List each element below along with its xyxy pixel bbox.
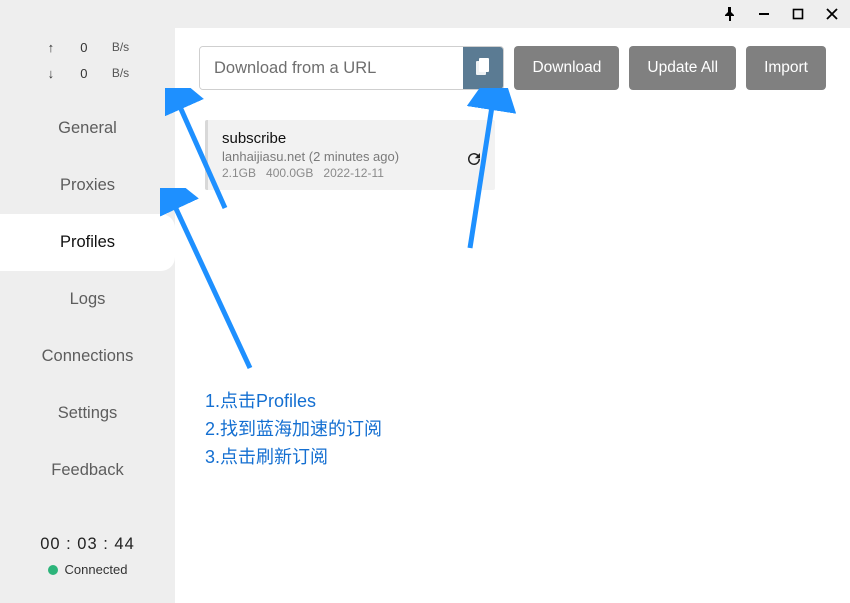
- download-value: 0: [74, 66, 94, 81]
- main-pane: Download Update All Import subscribe lan…: [175, 28, 850, 603]
- refresh-button[interactable]: [465, 150, 483, 168]
- profile-total: 400.0GB: [266, 166, 313, 180]
- download-button[interactable]: Download: [514, 46, 619, 90]
- paste-icon: [474, 58, 492, 78]
- sidebar-item-logs[interactable]: Logs: [0, 271, 175, 328]
- status-label: Connected: [65, 562, 128, 577]
- toolbar: Download Update All Import: [199, 46, 826, 90]
- sidebar-item-label: Feedback: [51, 461, 123, 480]
- minimize-button[interactable]: [754, 4, 774, 24]
- uptime: 00 : 03 : 44: [0, 535, 175, 554]
- sidebar-item-label: Connections: [42, 347, 134, 366]
- profile-expire: 2022-12-11: [323, 166, 384, 180]
- download-arrow-icon: ↓: [46, 66, 56, 81]
- annotation-line: 2.找到蓝海加速的订阅: [205, 416, 382, 444]
- annotation-line: 1.点击Profiles: [205, 388, 382, 416]
- pin-icon[interactable]: [720, 4, 740, 24]
- profile-title: subscribe: [222, 130, 481, 147]
- titlebar: [0, 0, 850, 28]
- upload-unit: B/s: [112, 40, 129, 54]
- nav: General Proxies Profiles Logs Connection…: [0, 100, 175, 499]
- connection-status: Connected: [0, 562, 175, 577]
- sidebar-item-label: Settings: [58, 404, 118, 423]
- sidebar-item-connections[interactable]: Connections: [0, 328, 175, 385]
- url-input[interactable]: [200, 47, 463, 89]
- window-root: ↑ 0 B/s ↓ 0 B/s General Proxies Profiles…: [0, 0, 850, 603]
- sidebar-item-proxies[interactable]: Proxies: [0, 157, 175, 214]
- profile-subtitle: lanhaijiasu.net (2 minutes ago): [222, 149, 481, 164]
- sidebar-item-label: General: [58, 119, 117, 138]
- refresh-icon: [465, 150, 483, 168]
- status-block: 00 : 03 : 44 Connected: [0, 519, 175, 603]
- sidebar-item-label: Profiles: [60, 233, 115, 252]
- url-input-group: [199, 46, 504, 90]
- maximize-button[interactable]: [788, 4, 808, 24]
- sidebar-item-label: Proxies: [60, 176, 115, 195]
- upload-arrow-icon: ↑: [46, 40, 56, 55]
- sidebar-item-settings[interactable]: Settings: [0, 385, 175, 442]
- import-button[interactable]: Import: [746, 46, 826, 90]
- sidebar-item-feedback[interactable]: Feedback: [0, 442, 175, 499]
- profile-used: 2.1GB: [222, 166, 256, 180]
- annotation-arrow-2: [160, 188, 260, 378]
- close-button[interactable]: [822, 4, 842, 24]
- sidebar-item-profiles[interactable]: Profiles: [0, 214, 175, 271]
- sidebar-item-label: Logs: [70, 290, 106, 309]
- download-speed: ↓ 0 B/s: [0, 60, 175, 86]
- profile-meta: 2.1GB 400.0GB 2022-12-11: [222, 166, 481, 180]
- sidebar-item-general[interactable]: General: [0, 100, 175, 157]
- button-label: Update All: [647, 59, 718, 77]
- upload-speed: ↑ 0 B/s: [0, 34, 175, 60]
- annotation-text: 1.点击Profiles 2.找到蓝海加速的订阅 3.点击刷新订阅: [205, 388, 382, 472]
- profile-domain: lanhaijiasu.net: [222, 149, 305, 164]
- paste-button[interactable]: [463, 47, 503, 89]
- button-label: Download: [532, 59, 601, 77]
- download-unit: B/s: [112, 66, 129, 80]
- profile-age: (2 minutes ago): [309, 149, 399, 164]
- sidebar: ↑ 0 B/s ↓ 0 B/s General Proxies Profiles…: [0, 28, 175, 603]
- update-all-button[interactable]: Update All: [629, 46, 736, 90]
- upload-value: 0: [74, 40, 94, 55]
- status-dot-icon: [48, 565, 58, 575]
- button-label: Import: [764, 59, 808, 77]
- profile-card[interactable]: subscribe lanhaijiasu.net (2 minutes ago…: [205, 120, 495, 190]
- annotation-line: 3.点击刷新订阅: [205, 444, 382, 472]
